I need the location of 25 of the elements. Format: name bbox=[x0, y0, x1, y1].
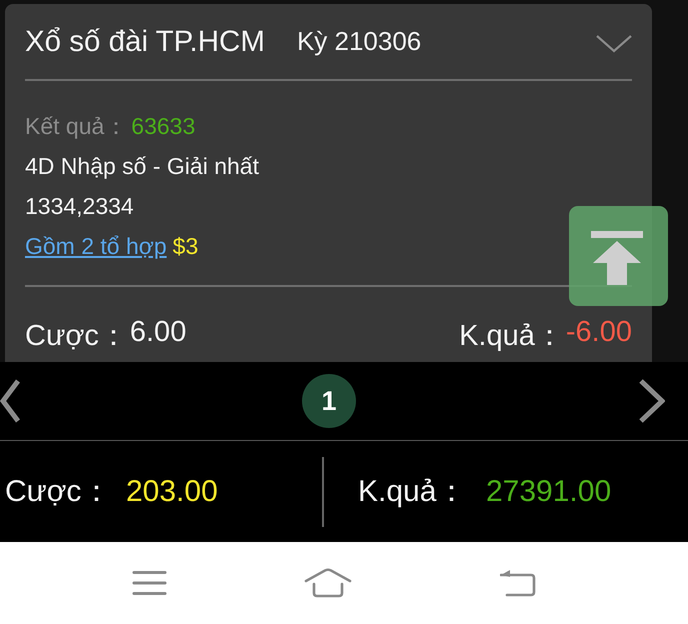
combination-amount: $3 bbox=[172, 232, 198, 260]
combinations-link[interactable]: Gồm 2 tổ hợp bbox=[25, 232, 167, 260]
back-icon bbox=[500, 569, 536, 597]
stake-value: 6.00 bbox=[130, 316, 186, 350]
total-stake-label: Cược： bbox=[5, 474, 112, 510]
payout-label: K.quả： bbox=[459, 319, 564, 354]
page-button[interactable]: 1 bbox=[302, 374, 356, 428]
arrow-up-to-line-icon bbox=[589, 231, 645, 285]
draw-period: Kỳ 210306 bbox=[296, 26, 422, 57]
total-payout-value: 27391.00 bbox=[486, 474, 612, 508]
bet-type: 4D Nhập số - Giải nhất bbox=[25, 152, 259, 180]
chevron-right-icon[interactable] bbox=[638, 378, 665, 424]
total-payout-label: K.quả： bbox=[358, 474, 468, 510]
bet-numbers: 1334,2334 bbox=[25, 192, 134, 220]
menu-icon bbox=[132, 570, 166, 596]
total-stake-value: 203.00 bbox=[126, 474, 218, 508]
stake-label: Cược： bbox=[25, 319, 128, 354]
lottery-title: Xổ số đài TP.HCM bbox=[25, 24, 265, 58]
result-label: Kết quả： bbox=[25, 112, 128, 141]
home-icon bbox=[304, 568, 352, 598]
chevron-left-icon[interactable] bbox=[0, 378, 20, 424]
payout-value: -6.00 bbox=[566, 316, 632, 350]
back-to-top-button[interactable] bbox=[569, 206, 668, 306]
result-number: 63633 bbox=[131, 112, 196, 140]
chevron-down-icon[interactable] bbox=[596, 34, 632, 52]
